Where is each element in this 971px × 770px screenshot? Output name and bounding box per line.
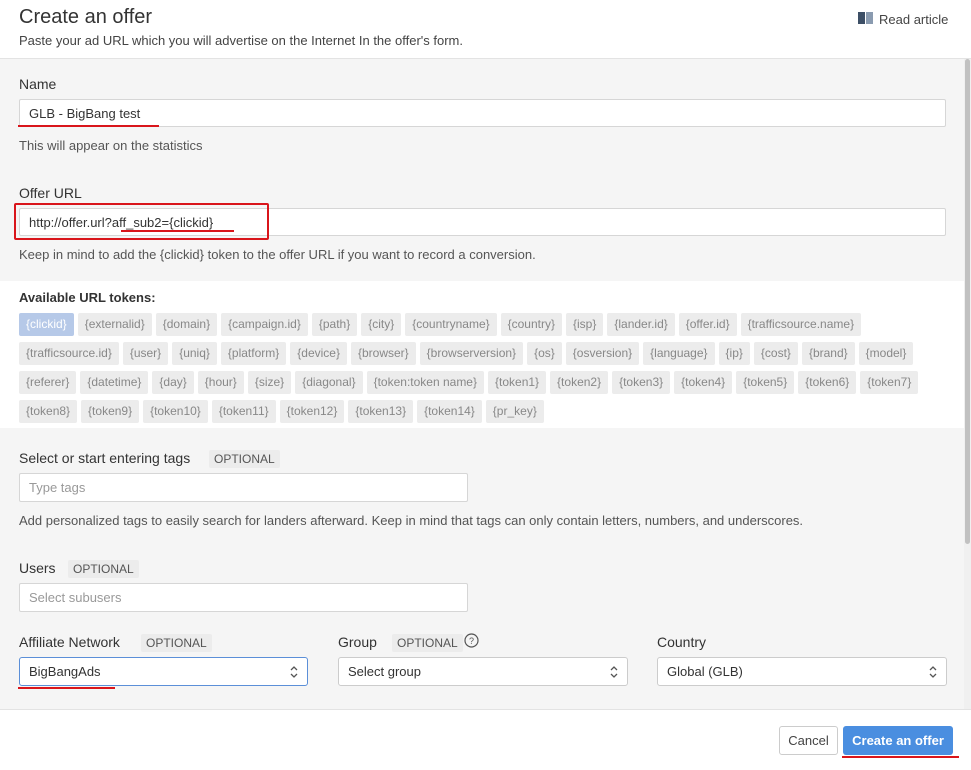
users-label: Users (19, 560, 56, 576)
url-token[interactable]: {token4} (674, 371, 733, 394)
url-token[interactable]: {token12} (279, 400, 345, 423)
url-token[interactable]: {size} (247, 371, 292, 394)
url-token[interactable]: {token2} (550, 371, 609, 394)
create-offer-button[interactable]: Create an offer (843, 726, 953, 755)
modal-header: Create an offer Paste your ad URL which … (0, 0, 971, 59)
url-token[interactable]: {campaign.id} (221, 313, 308, 336)
group-optional-badge: OPTIONAL (392, 634, 463, 652)
name-input[interactable]: GLB - BigBang test (19, 99, 946, 127)
annotation-box-offer-url (14, 203, 269, 240)
annotation-underline-name (18, 125, 159, 127)
book-icon (857, 11, 875, 28)
url-token[interactable]: {osversion} (565, 342, 640, 365)
country-select[interactable]: Global (GLB) (657, 657, 947, 686)
affiliate-network-select[interactable]: BigBangAds (19, 657, 308, 686)
country-label: Country (657, 634, 707, 650)
url-token[interactable]: {countryname} (405, 313, 497, 336)
url-token[interactable]: {token6} (798, 371, 857, 394)
url-token[interactable]: {token3} (612, 371, 671, 394)
affiliate-network-label: Affiliate Network (19, 634, 120, 650)
url-token[interactable]: {path} (311, 313, 358, 336)
url-token[interactable]: {os} (527, 342, 562, 365)
tags-input[interactable]: Type tags (19, 473, 468, 502)
url-token[interactable]: {token1} (488, 371, 547, 394)
url-token[interactable]: {externalid} (77, 313, 152, 336)
scrollbar[interactable] (964, 59, 971, 709)
country-value: Global (GLB) (667, 664, 743, 679)
url-token[interactable]: {browserversion} (419, 342, 524, 365)
url-token[interactable]: {datetime} (80, 371, 149, 394)
read-article-label: Read article (879, 12, 949, 27)
url-token[interactable]: {referer} (19, 371, 77, 394)
url-token[interactable]: {day} (152, 371, 194, 394)
url-token[interactable]: {token10} (143, 400, 208, 423)
url-token[interactable]: {uniq} (172, 342, 217, 365)
url-token[interactable]: {user} (122, 342, 169, 365)
url-token[interactable]: {brand} (801, 342, 855, 365)
question-circle-icon[interactable]: ? (464, 633, 479, 653)
url-token[interactable]: {domain} (155, 313, 218, 336)
users-optional-badge: OPTIONAL (68, 560, 139, 578)
affiliate-network-value: BigBangAds (29, 664, 101, 679)
offer-url-label: Offer URL (19, 185, 82, 201)
group-select[interactable]: Select group (338, 657, 628, 686)
url-token[interactable]: {token5} (736, 371, 795, 394)
url-token[interactable]: {language} (643, 342, 715, 365)
url-token[interactable]: {trafficsource.name} (740, 313, 862, 336)
url-token[interactable]: {cost} (753, 342, 798, 365)
name-label: Name (19, 76, 57, 92)
url-token[interactable]: {token9} (81, 400, 140, 423)
chevron-updown-icon (610, 665, 618, 679)
url-token[interactable]: {offer.id} (678, 313, 737, 336)
url-token[interactable]: {browser} (350, 342, 416, 365)
scrollbar-thumb[interactable] (965, 59, 970, 544)
url-token[interactable]: {model} (858, 342, 914, 365)
url-token[interactable]: {platform} (220, 342, 287, 365)
read-article-link[interactable]: Read article (857, 11, 948, 28)
page-title: Create an offer (19, 6, 153, 28)
url-token[interactable]: {country} (500, 313, 562, 336)
chevron-updown-icon (290, 665, 298, 679)
url-token[interactable]: {trafficsource.id} (19, 342, 119, 365)
url-token[interactable]: {token7} (860, 371, 919, 394)
affiliate-network-optional-badge: OPTIONAL (141, 634, 212, 652)
url-token[interactable]: {city} (361, 313, 402, 336)
svg-text:?: ? (469, 636, 474, 646)
tags-label: Select or start entering tags (19, 450, 191, 466)
annotation-underline-offer-url (121, 230, 234, 232)
tags-optional-badge: OPTIONAL (209, 450, 280, 468)
chevron-updown-icon (929, 665, 937, 679)
url-token[interactable]: {device} (290, 342, 347, 365)
url-token[interactable]: {token13} (348, 400, 414, 423)
tags-help: Add personalized tags to easily search f… (19, 513, 804, 528)
url-token-list: {clickid} {externalid} {domain} {campaign.i… (19, 313, 949, 429)
url-token[interactable]: {ip} (718, 342, 750, 365)
page-subtitle: Paste your ad URL which you will adverti… (19, 33, 463, 48)
annotation-underline-create (842, 756, 959, 758)
cancel-button[interactable]: Cancel (779, 726, 838, 755)
url-token[interactable]: {token:token name} (366, 371, 484, 394)
name-help: This will appear on the statistics (19, 138, 203, 153)
url-token[interactable]: {token11} (211, 400, 276, 423)
url-token[interactable]: {clickid} (19, 313, 74, 336)
url-token[interactable]: {pr_key} (485, 400, 544, 423)
url-token[interactable]: {token14} (417, 400, 482, 423)
url-token[interactable]: {diagonal} (295, 371, 363, 394)
group-label: Group (338, 634, 377, 650)
annotation-underline-affiliate (18, 687, 115, 689)
url-token[interactable]: {token8} (19, 400, 78, 423)
url-token[interactable]: {hour} (197, 371, 244, 394)
offer-url-help: Keep in mind to add the {clickid} token … (19, 247, 536, 262)
tokens-label: Available URL tokens: (19, 290, 156, 305)
users-input[interactable]: Select subusers (19, 583, 468, 612)
url-token[interactable]: {lander.id} (607, 313, 675, 336)
group-value: Select group (348, 664, 421, 679)
url-token[interactable]: {isp} (566, 313, 604, 336)
